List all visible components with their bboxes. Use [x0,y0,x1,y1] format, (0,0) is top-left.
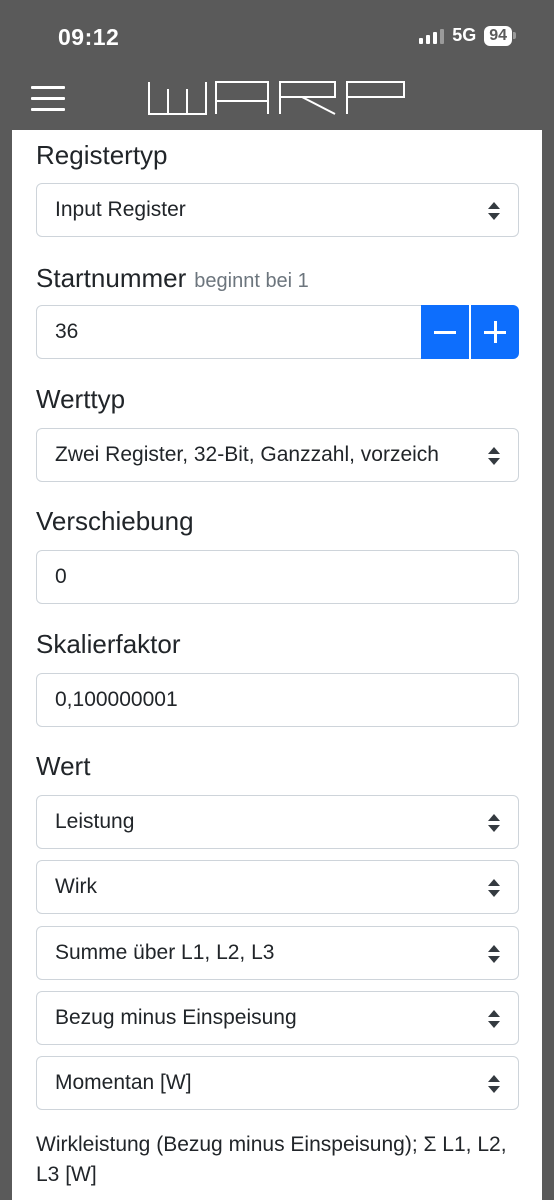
hamburger-icon[interactable] [31,86,65,112]
start-number-label-text: Startnummer [36,263,187,293]
start-number-value: 36 [55,320,79,343]
select-caret-icon [488,202,500,220]
phase-value: Summe über L1, L2, L3 [55,941,275,964]
offset-input[interactable]: 0 [36,550,519,604]
offset-label: Verschiebung [36,506,194,536]
kind-of-value-value: Momentan [W] [55,1071,192,1094]
kind-select[interactable]: Wirk [36,860,519,914]
kind-of-value-select[interactable]: Momentan [W] [36,1056,519,1110]
signal-icon [419,28,445,44]
value-type-value: Zwei Register, 32-Bit, Ganzzahl, vorzeic… [55,443,439,466]
register-type-value: Input Register [55,198,186,221]
register-type-select[interactable]: Input Register [36,183,519,237]
direction-select[interactable]: Bezug minus Einspeisung [36,991,519,1045]
warp-logo [148,81,405,115]
settings-card: Registertyp Input Register Startnummer be… [12,130,542,1200]
phase-select[interactable]: Summe über L1, L2, L3 [36,926,519,980]
minus-icon [434,330,456,334]
start-number-hint: beginnt bei 1 [194,270,309,292]
value-type-select[interactable]: Zwei Register, 32-Bit, Ganzzahl, vorzeic… [36,428,519,482]
start-number-input[interactable]: 36 [36,305,422,359]
start-number-label: Startnummer beginnt bei 1 [36,263,309,294]
scale-label: Skalierfaktor [36,629,181,659]
value-type-label: Werttyp [36,384,126,414]
nav-bar [0,75,554,130]
network-type: 5G [452,25,477,45]
decrement-button[interactable] [421,305,469,359]
increment-button[interactable] [471,305,519,359]
kind-value: Wirk [55,875,97,898]
quantity-select[interactable]: Leistung [36,795,519,849]
value-description: Wirkleistung (Bezug minus Einspeisung); … [36,1133,507,1186]
battery-icon: 94 [484,25,516,46]
register-type-label: Registertyp [36,140,168,170]
select-caret-icon [488,814,500,832]
select-caret-icon [488,945,500,963]
scale-value: 0,100000001 [55,688,178,711]
select-caret-icon [488,879,500,897]
select-caret-icon [488,1010,500,1028]
offset-value: 0 [55,565,67,588]
quantity-value: Leistung [55,810,135,833]
scale-input[interactable]: 0,100000001 [36,673,519,727]
direction-value: Bezug minus Einspeisung [55,1006,297,1029]
select-caret-icon [488,447,500,465]
status-time: 09:12 [58,24,120,50]
value-label: Wert [36,751,91,781]
select-caret-icon [488,1075,500,1093]
battery-level: 94 [484,25,512,46]
status-bar: 09:12 5G 94 [0,0,554,75]
status-indicators: 5G 94 [419,25,516,46]
